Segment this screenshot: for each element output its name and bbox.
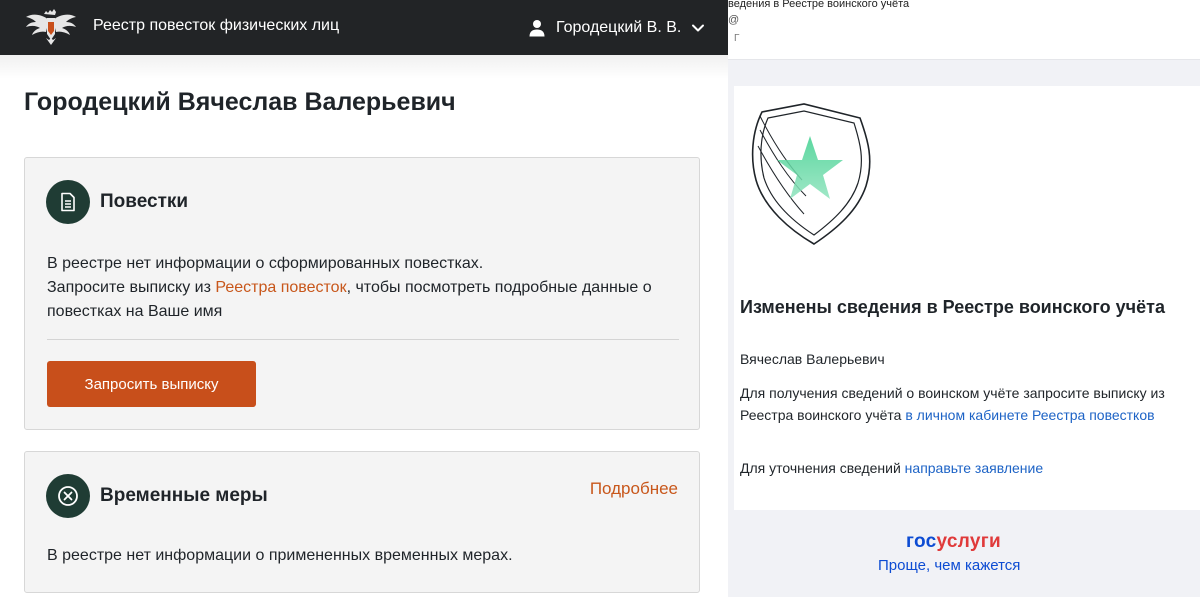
measures-card: Временные меры Подробнее В реестре нет и… — [24, 451, 700, 593]
shield-star-icon — [751, 103, 871, 245]
card-divider — [47, 339, 679, 340]
header-shadow — [0, 55, 728, 79]
email-from: Г — [734, 33, 740, 44]
summons-card-text: В реестре нет информации о сформированны… — [47, 252, 667, 324]
summons-card: Повестки В реестре нет информации о сфор… — [24, 157, 700, 430]
top-bar: Реестр повесток физических лиц Городецки… — [0, 0, 728, 55]
logo-part-gos: гос — [906, 531, 937, 552]
page-title: Городецкий Вячеслав Валерьевич — [24, 88, 456, 116]
chevron-down-icon — [692, 24, 705, 32]
user-icon — [529, 20, 545, 37]
summons-text-before-link: Запросите выписку из — [47, 279, 216, 296]
email-p2-text: Для уточнения сведений — [740, 460, 905, 476]
email-subject: ведения в Реестре воинского учёта — [728, 0, 910, 10]
document-icon — [46, 180, 90, 224]
user-name: Городецкий В. В. — [556, 19, 682, 36]
footer-slogan: Проще, чем кажется — [878, 557, 1021, 574]
gosuslugi-logo[interactable]: госуслуги — [906, 531, 1001, 553]
registry-app-panel: Реестр повесток физических лиц Городецки… — [0, 0, 728, 597]
more-details-link[interactable]: Подробнее — [590, 479, 678, 499]
app-title: Реестр повесток физических лиц — [93, 17, 340, 34]
email-header: ведения в Реестре воинского учёта @ Г — [728, 0, 1200, 60]
email-paragraph-2: Для уточнения сведений направьте заявлен… — [740, 457, 1180, 479]
summons-card-title: Повестки — [100, 191, 189, 212]
email-title: Изменены сведения в Реестре воинского уч… — [740, 297, 1165, 317]
email-sender-address: @ — [728, 14, 740, 26]
logo-part-uslugi: услуги — [936, 531, 1001, 552]
request-extract-button[interactable]: Запросить выписку — [47, 361, 256, 407]
email-greeting: Вячеслав Валерьевич — [740, 351, 885, 367]
close-circle-icon — [46, 474, 90, 518]
email-panel: ведения в Реестре воинского учёта @ Г Из… — [728, 0, 1200, 597]
cabinet-link[interactable]: в личном кабинете Реестра повестков — [905, 407, 1154, 423]
measures-card-title: Временные меры — [100, 485, 268, 506]
measures-card-text: В реестре нет информации о примененных в… — [47, 547, 513, 564]
send-application-link[interactable]: направьте заявление — [905, 460, 1043, 476]
emblem-icon[interactable] — [24, 8, 78, 46]
summons-text-line1: В реестре нет информации о сформированны… — [47, 255, 484, 272]
email-paragraph-1: Для получения сведений о воинском учёте … — [740, 382, 1180, 426]
summons-registry-link[interactable]: Реестра повесток — [215, 279, 346, 296]
email-body: Изменены сведения в Реестре воинского уч… — [734, 86, 1200, 510]
user-menu[interactable]: Городецкий В. В. — [528, 15, 705, 41]
